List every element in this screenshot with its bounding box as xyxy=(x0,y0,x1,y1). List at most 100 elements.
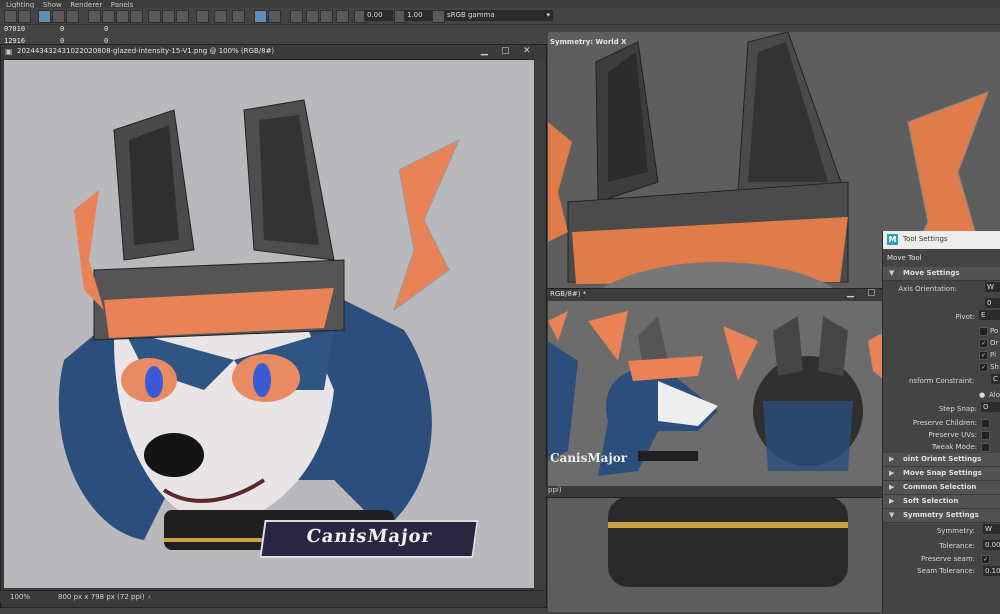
symmetry-label: Symmetry: xyxy=(936,527,975,535)
transform-constraint-label: nsform Constraint: xyxy=(909,377,975,385)
tolerance-field[interactable]: 0.001 xyxy=(983,540,1000,550)
second-window-title: RGB/8#) * xyxy=(550,290,587,298)
transform-constraint-dropdown[interactable]: C xyxy=(991,374,1000,384)
joint-orient-section[interactable]: ▶ oint Orient Settings xyxy=(883,453,1000,467)
tool-name: Move Tool xyxy=(887,254,922,262)
second-window-status: ppi) xyxy=(548,486,562,494)
lighting-icon[interactable] xyxy=(196,10,209,23)
reference-sheet-canvas[interactable]: CanisMajor xyxy=(548,301,886,486)
safe-title-icon[interactable] xyxy=(130,10,143,23)
seam-tolerance-label: Seam Tolerance: xyxy=(917,567,975,575)
move-snap-section[interactable]: ▶ Move Snap Settings xyxy=(883,467,1000,481)
image-window-titlebar[interactable]: ▣ 20244343243102202080​8-glazed-intensit… xyxy=(1,45,546,60)
tool-settings-panel[interactable]: M Tool Settings Move Tool ▼ Move Settings… xyxy=(882,231,1000,612)
section-label: oint Orient Settings xyxy=(903,455,982,463)
exposure-field[interactable]: 0.00 xyxy=(364,10,393,21)
tolerance-row: Tolerance: 0.001 xyxy=(883,539,1000,553)
hud-value: 0 xyxy=(60,25,65,33)
frame-all-icon[interactable] xyxy=(306,10,319,23)
section-label: Move Snap Settings xyxy=(903,469,982,477)
canis-major-logo: CanisMajor xyxy=(259,520,479,558)
camera-attr-icon[interactable] xyxy=(18,10,31,23)
symmetry-label: Symmetry: World X xyxy=(550,38,627,46)
select-camera-icon[interactable] xyxy=(4,10,17,23)
wolf-character-artwork xyxy=(58,99,461,550)
document-icon: ▣ xyxy=(5,47,13,56)
radio-button[interactable]: ● xyxy=(979,389,985,401)
zoom-level[interactable]: 100% xyxy=(10,593,30,601)
symmetry-settings-section[interactable]: ▼ Symmetry Settings xyxy=(883,509,1000,523)
chevron-right-icon[interactable]: › xyxy=(148,593,151,601)
section-label: Symmetry Settings xyxy=(903,511,979,519)
chevron-down-icon: ▾ xyxy=(546,11,550,19)
checkbox[interactable]: ✓ xyxy=(979,351,988,360)
isolate-select-icon[interactable] xyxy=(290,10,303,23)
film-gate-icon[interactable] xyxy=(52,10,65,23)
smooth-shade-icon[interactable] xyxy=(162,10,175,23)
safe-action-icon[interactable] xyxy=(116,10,129,23)
field-chart-icon[interactable] xyxy=(102,10,115,23)
shadows-icon[interactable] xyxy=(214,10,227,23)
frame-selection-icon[interactable] xyxy=(320,10,333,23)
close-icon[interactable]: ✕ xyxy=(523,46,531,56)
grid-icon[interactable] xyxy=(38,10,51,23)
preserve-seam-row: Preserve seam: ✓ xyxy=(883,553,1000,565)
preserve-children-label: Preserve Children: xyxy=(912,419,977,427)
image-window-title: 20244343243102202080​8-glazed-intensity-… xyxy=(17,47,275,55)
checkbox-row: ✓ Or xyxy=(883,337,1000,349)
document-size: 800 px x 798 px (72 ppi) xyxy=(58,593,145,601)
ambient-occlusion-icon[interactable] xyxy=(232,10,245,23)
step-snap-row: Step Snap: O xyxy=(883,401,1000,417)
color-space-label: sRGB gamma xyxy=(447,11,495,19)
menu-bar: Lighting Show Renderer Panels xyxy=(0,0,1000,9)
pivot-row: Pivot: E xyxy=(883,309,1000,325)
preserve-seam-checkbox[interactable]: ✓ xyxy=(981,555,990,564)
tweak-mode-row: Tweak Mode: xyxy=(883,441,1000,453)
preserve-children-row: Preserve Children: xyxy=(883,417,1000,429)
seam-tolerance-field[interactable]: 0.100 xyxy=(983,566,1000,576)
checkbox-row: ✓ Pi xyxy=(883,349,1000,361)
triangle-right-icon: ▶ xyxy=(889,455,895,463)
soft-selection-section[interactable]: ▶ Soft Selection xyxy=(883,495,1000,509)
triangle-right-icon: ▶ xyxy=(889,469,895,477)
xray-icon[interactable] xyxy=(254,10,267,23)
common-selection-section[interactable]: ▶Common Selection Option xyxy=(883,481,1000,504)
orientation-field[interactable]: 0 xyxy=(985,298,1000,308)
minimize-icon[interactable]: ▁ xyxy=(481,46,488,56)
axis-orientation-dropdown[interactable]: W xyxy=(985,282,1000,292)
symmetry-row: Symmetry: W xyxy=(883,523,1000,539)
tweak-mode-checkbox[interactable] xyxy=(981,443,990,452)
wireframe-on-shaded-icon[interactable] xyxy=(176,10,189,23)
step-snap-dropdown[interactable]: O xyxy=(981,402,1000,412)
vertical-scrollbar[interactable] xyxy=(535,58,545,590)
checkbox-label: Pi xyxy=(990,351,997,359)
second-window-status-bar: ppi) xyxy=(546,486,912,496)
tool-settings-header[interactable]: M Tool Settings xyxy=(883,231,1000,249)
resolution-gate-icon[interactable] xyxy=(66,10,79,23)
tool-settings-title: Tool Settings xyxy=(903,235,948,243)
gate-mask-icon[interactable] xyxy=(88,10,101,23)
artwork-canvas[interactable] xyxy=(4,60,534,588)
move-settings-section[interactable]: ▼ Move Settings xyxy=(883,267,1000,281)
checkbox-label: Or xyxy=(990,339,999,347)
xray-joints-icon[interactable] xyxy=(268,10,281,23)
color-space-dropdown[interactable]: sRGB gamma ▾ xyxy=(444,10,553,21)
gamma-field[interactable]: 1.00 xyxy=(404,10,433,21)
symmetry-dropdown[interactable]: W xyxy=(983,524,1000,534)
checkbox[interactable] xyxy=(979,327,988,336)
preserve-uvs-row: Preserve UVs: xyxy=(883,429,1000,441)
maximize-icon[interactable]: ▢ xyxy=(501,46,510,56)
tweak-mode-label: Tweak Mode: xyxy=(931,443,977,451)
triangle-down-icon: ▼ xyxy=(889,269,895,277)
preserve-children-checkbox[interactable] xyxy=(981,419,990,428)
triangle-right-icon: ▶ xyxy=(889,483,895,491)
preserve-uvs-checkbox[interactable] xyxy=(981,431,990,440)
two-sided-lighting-icon[interactable] xyxy=(336,10,349,23)
minimize-icon[interactable]: ▁ xyxy=(847,288,854,298)
maximize-icon[interactable]: ▢ xyxy=(867,288,876,298)
pivot-dropdown[interactable]: E xyxy=(979,310,1000,320)
checkbox[interactable]: ✓ xyxy=(979,339,988,348)
image-status-bar: 100% 800 px x 798 px (72 ppi) › xyxy=(0,590,545,603)
checkbox[interactable]: ✓ xyxy=(979,363,988,372)
wireframe-icon[interactable] xyxy=(148,10,161,23)
